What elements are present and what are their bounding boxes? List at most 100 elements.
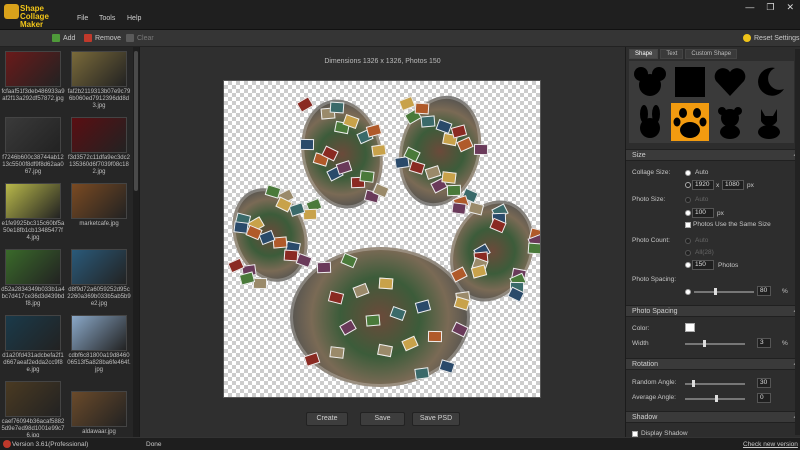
add-label: Add xyxy=(63,34,76,42)
photo-count-auto-label: Auto xyxy=(695,237,709,244)
random-angle-slider[interactable] xyxy=(685,380,745,387)
photo-count-input[interactable]: 150 xyxy=(692,260,714,270)
photo-size-custom-radio[interactable] xyxy=(685,210,691,216)
create-button[interactable]: Create xyxy=(306,412,348,426)
thumbnail-image xyxy=(71,391,127,427)
photo-count-all-radio[interactable] xyxy=(685,250,691,256)
tab-text[interactable]: Text xyxy=(660,49,684,59)
collage-photo-tile xyxy=(233,221,249,235)
bear-icon[interactable] xyxy=(711,103,749,141)
collage-size-auto-radio[interactable] xyxy=(685,170,691,176)
heart-icon[interactable] xyxy=(711,63,749,101)
list-item[interactable]: f3d3572c11dfa9ec3dc2135360d6f7039f08c182… xyxy=(67,117,131,176)
add-button[interactable]: Add xyxy=(52,34,75,42)
rotation-section-title: Rotation xyxy=(632,361,659,368)
collage-photo-tile xyxy=(371,143,388,157)
thumbnail-image xyxy=(71,315,127,351)
cat-icon[interactable] xyxy=(751,103,789,141)
spacing-width-label: Width xyxy=(632,340,649,347)
photo-spacing-radio[interactable] xyxy=(685,289,691,295)
photo-count-custom-radio[interactable] xyxy=(685,262,691,268)
collage-height-input[interactable]: 1080 xyxy=(722,180,744,190)
maximize-icon[interactable]: ❐ xyxy=(766,2,774,13)
list-item[interactable]: caef76094b36acaf58825d9e7ed98d1001e99c76… xyxy=(1,381,65,437)
spacing-color-swatch[interactable] xyxy=(685,323,695,332)
same-size-checkbox[interactable] xyxy=(685,222,691,228)
photo-spacing-slider-knob[interactable] xyxy=(714,288,717,295)
photo-spacing-section-header[interactable]: Photo Spacing ◂ xyxy=(626,305,800,317)
random-angle-slider-knob[interactable] xyxy=(692,380,695,387)
photo-spacing-slider[interactable] xyxy=(694,288,754,295)
settings-scrollbar[interactable] xyxy=(795,49,800,435)
bunny-icon[interactable] xyxy=(631,103,669,141)
collage-canvas[interactable] xyxy=(223,80,541,398)
settings-tabs: Shape Text Custom Shape xyxy=(629,49,738,59)
spacing-width-slider-knob[interactable] xyxy=(703,340,706,347)
spacing-width-slider[interactable] xyxy=(685,340,745,347)
close-icon[interactable]: ✕ xyxy=(786,2,794,13)
collage-photo-tile xyxy=(414,367,430,380)
list-item[interactable]: d1a20fd431adcbefa2f1d667aeaf2edda2cc9f8e… xyxy=(1,315,65,374)
collage-photo-tile xyxy=(316,261,332,274)
spacing-width-input[interactable]: 3 xyxy=(757,338,771,348)
list-item[interactable]: aldawaar.jpg xyxy=(67,391,131,436)
thumbnail-image xyxy=(71,51,127,87)
tab-shape[interactable]: Shape xyxy=(629,49,659,59)
photo-count-auto-radio[interactable] xyxy=(685,238,691,244)
window-controls: — ❐ ✕ xyxy=(745,2,794,13)
scrollbar-thumb[interactable] xyxy=(134,51,138,191)
photo-size-label: Photo Size: xyxy=(632,196,666,203)
clear-button[interactable]: Clear xyxy=(126,34,154,42)
save-psd-button[interactable]: Save PSD xyxy=(412,412,460,426)
check-new-version-link[interactable]: Check new version xyxy=(743,441,798,448)
square-icon[interactable] xyxy=(671,63,709,101)
paw-icon[interactable] xyxy=(671,103,709,141)
photo-size-input[interactable]: 100 xyxy=(692,208,714,218)
photo-size-auto-radio[interactable] xyxy=(685,197,691,203)
list-item[interactable]: fcfaaf51f3deb486933a9af2f13a292df57872.j… xyxy=(1,51,65,103)
mouse-icon[interactable] xyxy=(631,63,669,101)
average-angle-slider[interactable] xyxy=(685,395,745,402)
list-item[interactable]: marketcafe.jpg xyxy=(67,183,131,228)
average-angle-input[interactable]: 0 xyxy=(757,393,771,403)
thumbnail-label: faf2b2119313b07e9c796b060ed7912396dd8d3.… xyxy=(67,89,131,109)
status-bar: Version 3.61(Professional) Done Check ne… xyxy=(0,437,800,450)
list-item[interactable]: cdbf6c81800a19d846006513f5a828ba6fe464f.… xyxy=(67,315,131,374)
collage-size-auto-label: Auto xyxy=(695,169,709,176)
collage-photo-tile xyxy=(447,184,462,197)
random-angle-input[interactable]: 30 xyxy=(757,378,771,388)
size-px-label: px xyxy=(747,182,754,189)
trash-icon xyxy=(126,34,134,42)
list-item[interactable]: e1fe9925bc315c60bf5a50e18fb1cb13485477f4… xyxy=(1,183,65,242)
preview-area: Dimensions 1326 x 1326, Photos 150 Creat… xyxy=(140,47,625,437)
menu-help[interactable]: Help xyxy=(127,15,141,22)
remove-button[interactable]: Remove xyxy=(84,34,121,42)
list-scrollbar[interactable] xyxy=(133,47,139,437)
title-bar: Shape Collage Maker File Tools Help — ❐ … xyxy=(0,0,800,30)
reset-icon xyxy=(743,34,751,42)
shadow-section-header[interactable]: Shadow ◂ xyxy=(626,411,800,423)
reset-settings-button[interactable]: Reset Settings xyxy=(743,34,800,42)
list-item[interactable]: d52a2834349b033b1a4bc7d417ce36d3d439bdf8… xyxy=(1,249,65,308)
collage-photo-tile xyxy=(473,143,488,156)
shadow-section-title: Shadow xyxy=(632,414,658,421)
photo-spacing-input[interactable]: 80 xyxy=(757,286,771,296)
average-angle-slider-knob[interactable] xyxy=(715,395,718,402)
save-button[interactable]: Save xyxy=(360,412,405,426)
thumbnail-label: marketcafe.jpg xyxy=(79,221,119,227)
moon-icon[interactable] xyxy=(751,63,789,101)
collage-size-custom-radio[interactable] xyxy=(685,182,691,188)
size-section-header[interactable]: Size ◂ xyxy=(626,149,800,161)
minimize-icon[interactable]: — xyxy=(745,2,754,13)
collage-width-input[interactable]: 1920 xyxy=(692,180,714,190)
menu-tools[interactable]: Tools xyxy=(99,15,115,22)
list-item[interactable]: f7246b600c38744ab1213c5500f8df9f8d62aa06… xyxy=(1,117,65,176)
list-item[interactable]: faf2b2119313b07e9c796b060ed7912396dd8d3.… xyxy=(67,51,131,110)
list-item[interactable]: d8f9d72a6059252d95c2260a369b033b5ab5b9e2… xyxy=(67,249,131,308)
tab-custom-shape[interactable]: Custom Shape xyxy=(685,49,738,59)
rotation-section-header[interactable]: Rotation ◂ xyxy=(626,358,800,370)
display-shadow-label: Display Shadow xyxy=(641,430,688,437)
menu-file[interactable]: File xyxy=(77,15,88,22)
thumbnail-image xyxy=(5,381,61,417)
dimensions-label: Dimensions 1326 x 1326, Photos 150 xyxy=(324,58,441,65)
